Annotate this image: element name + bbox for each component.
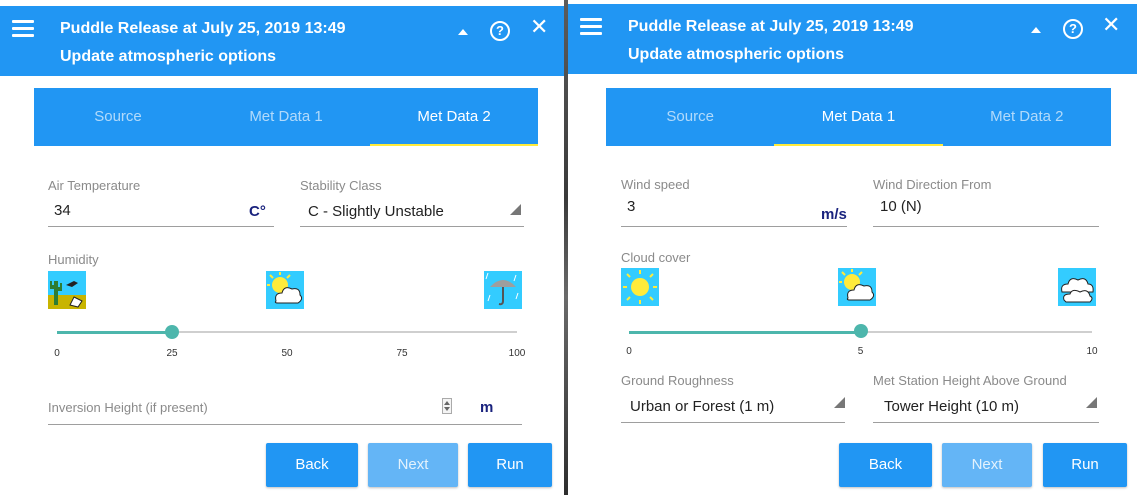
partly-cloudy-icon	[266, 271, 304, 309]
met-station-height-select[interactable]: Tower Height (10 m)	[884, 398, 1019, 415]
help-icon[interactable]: ?	[490, 21, 510, 41]
run-button[interactable]: Run	[1043, 443, 1127, 487]
wind-speed-label: Wind speed	[621, 177, 690, 192]
back-button[interactable]: Back	[839, 443, 932, 487]
tab-bar: Source Met Data 1 Met Data 2	[34, 88, 538, 146]
ground-roughness-underline	[621, 422, 845, 423]
inversion-height-underline	[48, 424, 522, 425]
cloud-cover-label: Cloud cover	[621, 250, 691, 265]
wind-direction-input[interactable]: 10 (N)	[880, 198, 922, 215]
partly-cloudy-icon	[838, 268, 876, 306]
stability-class-underline	[300, 226, 524, 227]
cloud-cover-tick-label: 5	[857, 346, 864, 357]
wind-speed-underline	[621, 226, 847, 227]
stability-class-dropdown-icon[interactable]	[510, 204, 521, 215]
sunny-icon	[621, 268, 659, 306]
inversion-height-spinner[interactable]	[442, 398, 452, 414]
humidity-slider-thumb[interactable]	[165, 325, 179, 339]
tab-met-data-2[interactable]: Met Data 2	[370, 88, 538, 146]
cloud-cover-tick-label: 10	[1086, 346, 1098, 357]
collapse-icon[interactable]	[458, 29, 468, 35]
dialog-title: Puddle Release at July 25, 2019 13:49	[60, 20, 346, 37]
dialog-subtitle: Update atmospheric options	[60, 48, 277, 65]
dry-desert-icon	[48, 271, 86, 309]
close-icon[interactable]: ✕	[1102, 14, 1120, 36]
air-temperature-unit: C°	[249, 203, 266, 220]
ground-roughness-dropdown-icon[interactable]	[834, 397, 845, 408]
wind-direction-label: Wind Direction From	[873, 177, 992, 192]
dialog-header: Puddle Release at July 25, 2019 13:49 Up…	[0, 6, 564, 76]
cloud-cover-tick-label: 0	[626, 346, 632, 357]
ground-roughness-label: Ground Roughness	[621, 373, 734, 388]
humidity-tick-label: 0	[54, 348, 60, 359]
cloud-cover-slider-fill	[629, 331, 861, 334]
tab-met-data-1[interactable]: Met Data 1	[774, 88, 943, 146]
rain-umbrella-icon	[484, 271, 522, 309]
screenshot-stage: Puddle Release at July 25, 2019 13:49 Up…	[0, 0, 1137, 495]
dialog-header: Puddle Release at July 25, 2019 13:49 Up…	[568, 4, 1137, 74]
menu-icon[interactable]	[12, 20, 34, 38]
air-temperature-underline	[48, 226, 274, 227]
menu-icon[interactable]	[580, 18, 602, 36]
dialog-met-data-2: Puddle Release at July 25, 2019 13:49 Up…	[0, 0, 564, 495]
tab-source[interactable]: Source	[606, 88, 774, 146]
close-icon[interactable]: ✕	[530, 16, 548, 38]
next-button[interactable]: Next	[368, 443, 458, 487]
wind-direction-underline	[873, 226, 1099, 227]
stability-class-label: Stability Class	[300, 178, 382, 193]
cloud-cover-slider-thumb[interactable]	[853, 324, 868, 338]
dialog-title: Puddle Release at July 25, 2019 13:49	[628, 18, 914, 35]
wind-speed-unit: m/s	[821, 206, 847, 223]
humidity-label: Humidity	[48, 252, 99, 267]
run-button[interactable]: Run	[468, 443, 552, 487]
air-temperature-input[interactable]: 34	[54, 202, 71, 219]
met-station-height-label: Met Station Height Above Ground	[873, 373, 1067, 388]
inversion-height-input[interactable]: Inversion Height (if present)	[48, 400, 208, 415]
tab-source[interactable]: Source	[34, 88, 202, 146]
met-station-height-underline	[873, 422, 1099, 423]
humidity-slider-fill	[57, 331, 172, 334]
inversion-height-unit: m	[480, 399, 494, 416]
overcast-icon	[1058, 268, 1096, 306]
tab-bar: Source Met Data 1 Met Data 2	[606, 88, 1111, 146]
dialog-subtitle: Update atmospheric options	[628, 46, 845, 63]
next-button[interactable]: Next	[942, 443, 1032, 487]
back-button[interactable]: Back	[266, 443, 358, 487]
wind-speed-input[interactable]: 3	[627, 198, 635, 215]
ground-roughness-select[interactable]: Urban or Forest (1 m)	[630, 398, 774, 415]
dialog-met-data-1: Puddle Release at July 25, 2019 13:49 Up…	[568, 0, 1137, 495]
stability-class-select[interactable]: C - Slightly Unstable	[308, 203, 444, 220]
help-icon[interactable]: ?	[1063, 19, 1083, 39]
humidity-tick-label: 75	[396, 348, 408, 359]
met-station-height-dropdown-icon[interactable]	[1086, 397, 1097, 408]
humidity-tick-label: 100	[508, 348, 526, 359]
tab-met-data-2[interactable]: Met Data 2	[943, 88, 1111, 146]
tab-met-data-1[interactable]: Met Data 1	[202, 88, 370, 146]
air-temperature-label: Air Temperature	[48, 178, 141, 193]
humidity-tick-label: 25	[166, 348, 178, 359]
collapse-icon[interactable]	[1031, 27, 1041, 33]
humidity-tick-label: 50	[281, 348, 293, 359]
